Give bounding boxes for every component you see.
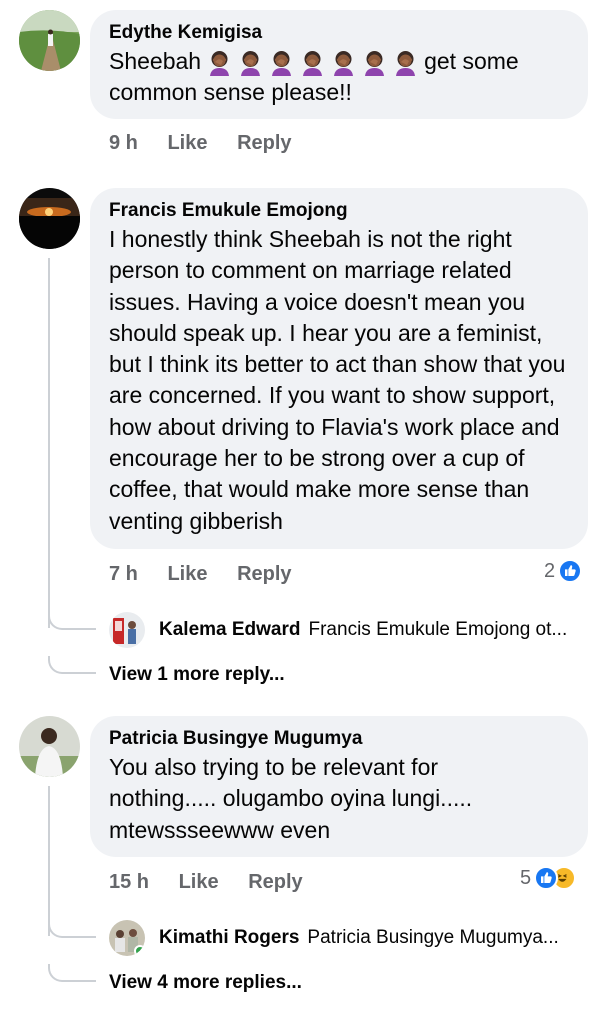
comment-time[interactable]: 15 h — [109, 870, 149, 894]
more-replies-branch — [48, 656, 96, 674]
reply-snippet: Patricia Busingye Mugumya... — [307, 927, 559, 948]
reply-author[interactable]: Kimathi Rogers — [159, 927, 299, 949]
woman-facepalming-icon — [303, 51, 323, 77]
comment-text-part: Sheebah — [109, 48, 202, 74]
like-button[interactable]: Like — [167, 562, 207, 586]
woman-facepalming-icon — [272, 51, 292, 77]
more-replies-branch — [48, 964, 96, 982]
comment-bubble-patricia: Patricia Busingye Mugumya You also tryin… — [90, 716, 588, 857]
avatar-francis[interactable] — [19, 188, 80, 249]
woman-facepalming-icon — [210, 51, 230, 77]
reply-preview[interactable]: Kalema Edward Francis Emukule Emojong ot… — [109, 612, 599, 648]
avatar-photo-phonebooth-icon — [109, 612, 145, 648]
avatar-photo-sunset-icon — [19, 188, 80, 249]
reply-branch — [48, 612, 96, 630]
thread-line — [48, 258, 50, 628]
online-status-icon — [134, 945, 145, 956]
woman-facepalming-icon — [396, 51, 416, 77]
comment-text: Sheebah get some common sense please!! — [109, 46, 569, 109]
comment-meta: 9 h Like Reply — [109, 131, 316, 155]
comment-time[interactable]: 7 h — [109, 562, 138, 586]
reaction-summary[interactable]: 2 — [544, 559, 583, 583]
comment-bubble-edythe: Edythe Kemigisa Sheebah get some common s… — [90, 10, 588, 119]
reply-button[interactable]: Reply — [237, 562, 291, 586]
comment-text: I honestly think Sheebah is not the righ… — [109, 226, 566, 534]
emoji-row — [207, 49, 418, 77]
comment-bubble-francis: Francis Emukule Emojong I honestly think… — [90, 188, 588, 549]
avatar-edythe[interactable] — [19, 10, 80, 71]
like-icon — [534, 866, 559, 890]
reply-button[interactable]: Reply — [237, 131, 291, 155]
comment-author[interactable]: Patricia Busingye Mugumya — [109, 728, 569, 750]
reaction-count: 5 — [520, 866, 532, 889]
woman-facepalming-icon — [365, 51, 385, 77]
comment-author[interactable]: Francis Emukule Emojong — [109, 200, 569, 222]
woman-facepalming-icon — [241, 51, 261, 77]
like-icon — [558, 559, 583, 583]
woman-facepalming-icon — [334, 51, 354, 77]
view-more-replies-button[interactable]: View 1 more reply... — [109, 664, 285, 686]
like-button[interactable]: Like — [167, 131, 207, 155]
comment-meta: 7 h Like Reply — [109, 562, 316, 586]
avatar-kimathi[interactable] — [109, 920, 145, 956]
reply-branch — [48, 920, 96, 938]
view-more-replies-button[interactable]: View 4 more replies... — [109, 972, 302, 994]
reply-preview[interactable]: Kimathi Rogers Patricia Busingye Mugumya… — [109, 920, 599, 956]
reply-button[interactable]: Reply — [248, 870, 302, 894]
avatar-kalema[interactable] — [109, 612, 145, 648]
avatar-photo-person-icon — [19, 716, 80, 777]
reply-author[interactable]: Kalema Edward — [159, 619, 301, 641]
like-button[interactable]: Like — [179, 870, 219, 894]
reply-snippet: Francis Emukule Emojong ot... — [308, 619, 568, 640]
comment-text-part: get some — [424, 48, 519, 74]
comment-author[interactable]: Edythe Kemigisa — [109, 22, 569, 44]
comment-text: You also trying to be relevant for nothi… — [109, 754, 473, 843]
comment-meta: 15 h Like Reply — [109, 870, 327, 894]
avatar-patricia[interactable] — [19, 716, 80, 777]
reaction-count: 2 — [544, 559, 556, 582]
thread-line — [48, 786, 50, 936]
comment-time[interactable]: 9 h — [109, 131, 138, 155]
reaction-summary[interactable]: 5 — [520, 866, 577, 890]
comment-text-part: common sense please!! — [109, 79, 352, 106]
avatar-photo-field-icon — [19, 10, 80, 71]
